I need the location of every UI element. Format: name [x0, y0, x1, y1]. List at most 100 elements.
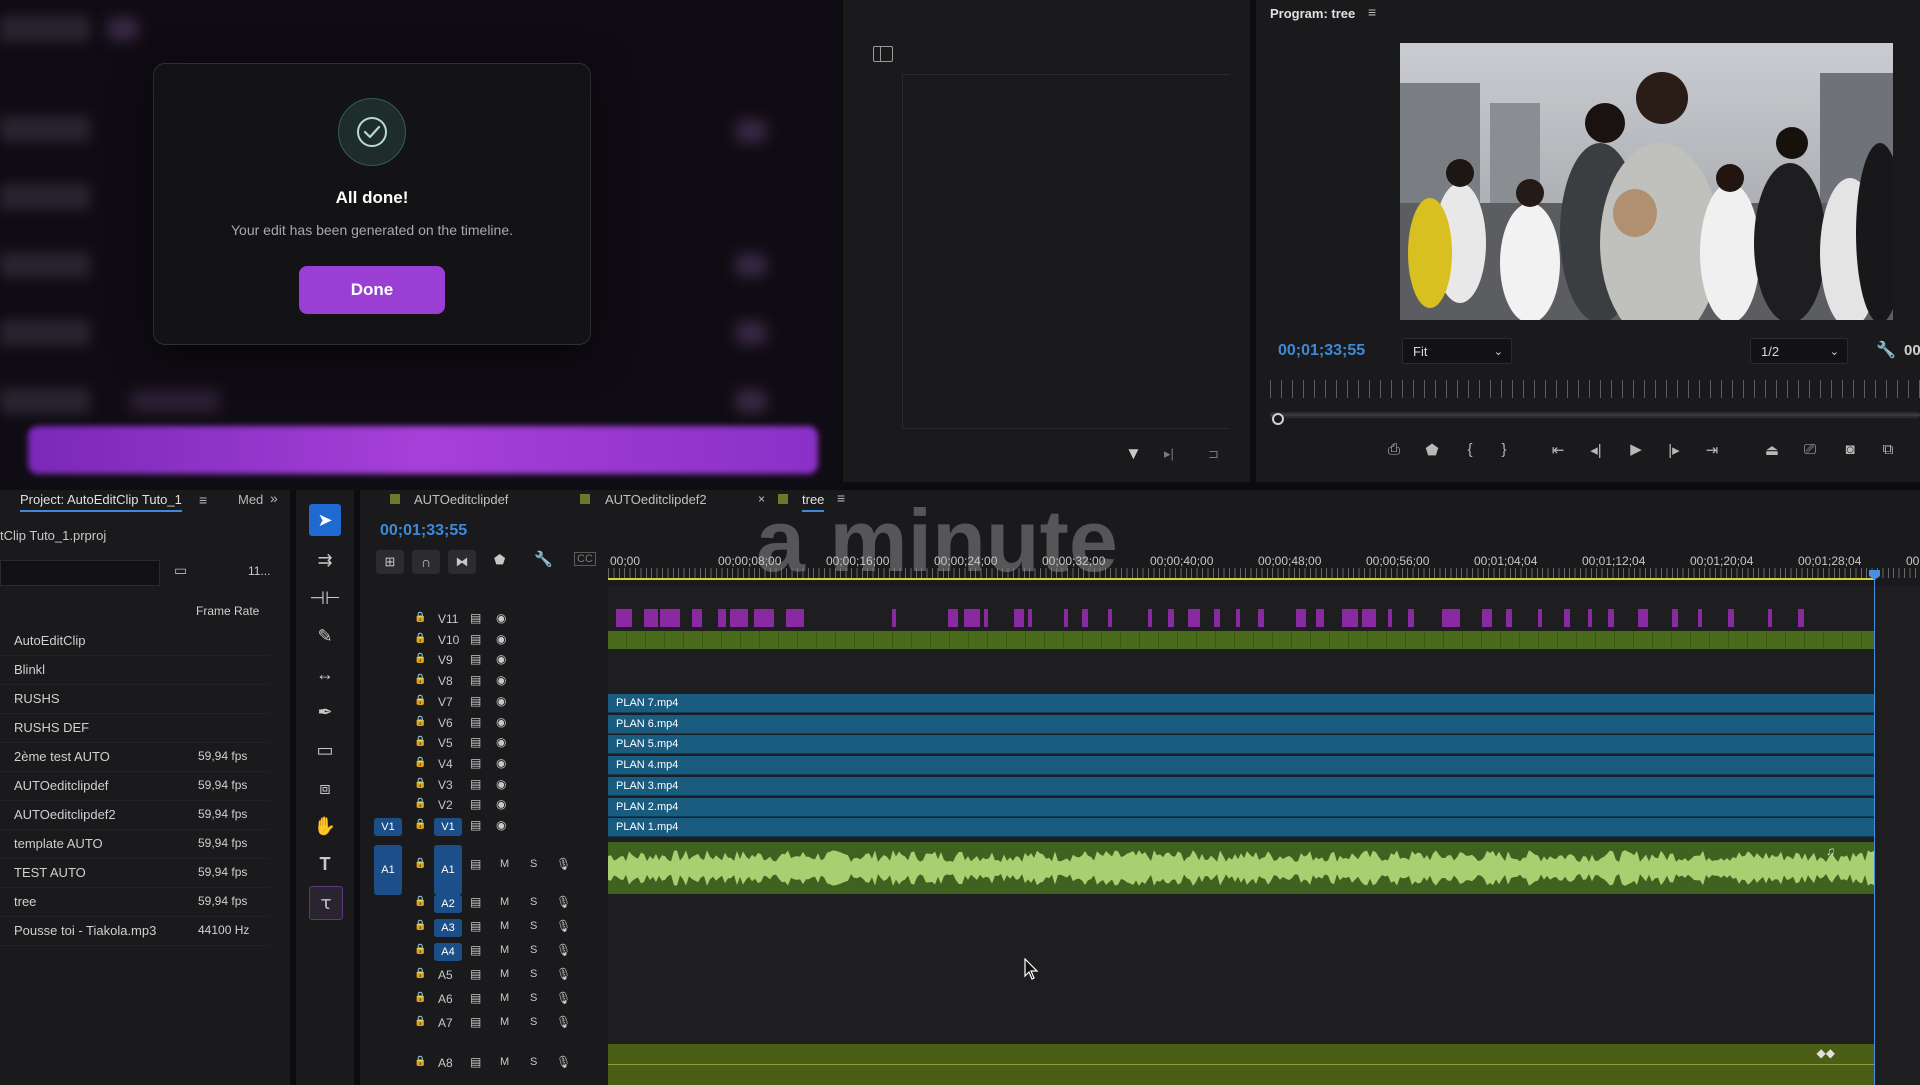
purple-clip[interactable] — [1028, 609, 1032, 627]
tab-media[interactable]: Med — [238, 492, 263, 507]
eye-icon[interactable]: ◉ — [496, 611, 506, 625]
purple-clip[interactable] — [1588, 609, 1592, 627]
rate-stretch-tool-icon[interactable]: ⧈ — [309, 772, 341, 804]
button-editor-icon[interactable]: ⧉ — [1876, 441, 1900, 458]
purple-clip[interactable] — [644, 609, 658, 627]
auto-edit-tool-icon[interactable]: ꚍ — [309, 886, 343, 920]
eye-icon[interactable]: ◉ — [496, 777, 506, 791]
purple-clip[interactable] — [1798, 609, 1804, 627]
more-tabs-icon[interactable]: » — [270, 490, 278, 506]
solo-button[interactable]: S — [530, 992, 537, 1004]
project-item[interactable]: AUTOeditclipdef2 59,94 fps — [0, 800, 270, 830]
track-output-icon[interactable]: ▤ — [470, 735, 481, 749]
track-output-icon[interactable]: ▤ — [470, 694, 481, 708]
purple-clip[interactable] — [1168, 609, 1174, 627]
purple-clip[interactable] — [984, 609, 988, 627]
purple-clip[interactable] — [1188, 609, 1200, 627]
voiceover-mic-icon[interactable]: 🎙 — [556, 857, 571, 871]
track-lock-icon[interactable]: 🔒 — [414, 612, 426, 623]
source-patch-v1[interactable]: V1 — [374, 818, 402, 836]
solo-button[interactable]: S — [530, 968, 537, 980]
purple-clip[interactable] — [1214, 609, 1220, 627]
purple-clip[interactable] — [964, 609, 980, 627]
track-lock-icon[interactable]: 🔒 — [414, 920, 426, 931]
mute-button[interactable]: M — [500, 896, 509, 908]
eye-icon[interactable]: ◉ — [496, 652, 506, 666]
tab-sequence[interactable]: AUTOeditclipdef2 — [605, 492, 707, 507]
lift-icon[interactable]: ⏏ — [1760, 441, 1784, 459]
project-item[interactable]: Pousse toi - Tiakola.mp3 44100 Hz — [0, 916, 270, 946]
track-lock-icon[interactable]: 🔒 — [414, 757, 426, 768]
work-area-bar[interactable] — [608, 578, 1875, 580]
eye-icon[interactable]: ◉ — [496, 756, 506, 770]
voiceover-mic-icon[interactable]: 🎙 — [556, 919, 571, 933]
insert-icon[interactable]: ▸| — [1164, 446, 1174, 462]
purple-clip[interactable] — [1064, 609, 1068, 627]
video-clip[interactable]: PLAN 6.mp4 — [608, 714, 1875, 734]
tab-project[interactable]: Project: AutoEditClip Tuto_1 — [20, 492, 182, 512]
purple-clip[interactable] — [730, 609, 748, 627]
solo-button[interactable]: S — [530, 896, 537, 908]
bin-icon[interactable]: ▭ — [174, 562, 187, 579]
program-timecode[interactable]: 00;01;33;55 — [1278, 342, 1365, 360]
source-patch-a1[interactable]: A1 — [374, 845, 402, 895]
audio-clip-a8[interactable]: ◆◆ — [608, 1044, 1875, 1085]
track-output-icon[interactable]: ▤ — [470, 756, 481, 770]
track-output-icon[interactable]: ▤ — [470, 1055, 481, 1069]
eye-icon[interactable]: ◉ — [496, 632, 506, 646]
razor-tool-icon[interactable]: ✎ — [309, 620, 341, 652]
purple-clip[interactable] — [1296, 609, 1306, 627]
add-marker-icon[interactable]: ⬟ — [1420, 441, 1444, 459]
track-lock-icon[interactable]: 🔒 — [414, 798, 426, 809]
resolution-dropdown[interactable]: 1/2 ⌄ — [1750, 338, 1848, 364]
panel-menu-icon[interactable]: ≡ — [1368, 4, 1376, 20]
track-lock-icon[interactable]: 🔒 — [414, 736, 426, 747]
mute-button[interactable]: M — [500, 992, 509, 1004]
track-target-audio[interactable]: A2 — [434, 895, 462, 913]
track-output-icon[interactable]: ▤ — [470, 715, 481, 729]
project-item[interactable]: template AUTO 59,94 fps — [0, 829, 270, 859]
track-output-icon[interactable]: ▤ — [470, 632, 481, 646]
track-lock-icon[interactable]: 🔒 — [414, 633, 426, 644]
purple-clip[interactable] — [1482, 609, 1492, 627]
project-item[interactable]: RUSHS — [0, 684, 270, 714]
playhead-line[interactable] — [1874, 572, 1875, 1085]
track-output-icon[interactable]: ▤ — [470, 895, 481, 909]
step-back-icon[interactable]: ◂| — [1584, 441, 1608, 459]
voiceover-mic-icon[interactable]: 🎙 — [556, 895, 571, 909]
mark-in-icon[interactable]: { — [1458, 441, 1482, 458]
track-output-icon[interactable]: ▤ — [470, 797, 481, 811]
wrench-icon[interactable]: 🔧 — [1876, 340, 1896, 360]
purple-clip[interactable] — [948, 609, 958, 627]
purple-clip[interactable] — [1672, 609, 1678, 627]
track-lock-icon[interactable]: 🔒 — [414, 1016, 426, 1027]
eye-icon[interactable]: ◉ — [496, 715, 506, 729]
track-target-audio[interactable]: A1 — [434, 845, 462, 895]
track-lock-icon[interactable]: 🔒 — [414, 778, 426, 789]
play-icon[interactable]: ▶ — [1624, 440, 1648, 458]
purple-clip[interactable] — [1698, 609, 1702, 627]
purple-clip[interactable] — [1768, 609, 1772, 627]
eye-icon[interactable]: ◉ — [496, 818, 506, 832]
purple-clip[interactable] — [1342, 609, 1358, 627]
voiceover-mic-icon[interactable]: 🎙 — [556, 1055, 571, 1069]
track-lock-icon[interactable]: 🔒 — [414, 896, 426, 907]
purple-clip[interactable] — [1408, 609, 1414, 627]
project-item[interactable]: 2ème test AUTO 59,94 fps — [0, 742, 270, 772]
mute-button[interactable]: M — [500, 944, 509, 956]
type-tool-icon[interactable]: T — [309, 848, 341, 880]
project-item[interactable]: Blinkl — [0, 655, 270, 685]
video-clip[interactable]: PLAN 4.mp4 — [608, 756, 1875, 776]
track-lock-icon[interactable]: 🔒 — [414, 674, 426, 685]
step-forward-icon[interactable]: |▸ — [1662, 441, 1686, 459]
purple-clip[interactable] — [1442, 609, 1460, 627]
video-clip[interactable]: PLAN 2.mp4 — [608, 797, 1875, 817]
audio-clip-a1[interactable]: ♫ — [608, 842, 1875, 894]
track-select-tool-icon[interactable]: ⇉ — [309, 544, 341, 576]
purple-clip[interactable] — [660, 609, 680, 627]
panel-menu-icon[interactable]: ≡ — [199, 492, 207, 508]
purple-clip[interactable] — [1082, 609, 1088, 627]
purple-clip[interactable] — [1388, 609, 1392, 627]
purple-clip[interactable] — [1638, 609, 1648, 627]
slip-tool-icon[interactable]: ↔ — [309, 658, 341, 690]
